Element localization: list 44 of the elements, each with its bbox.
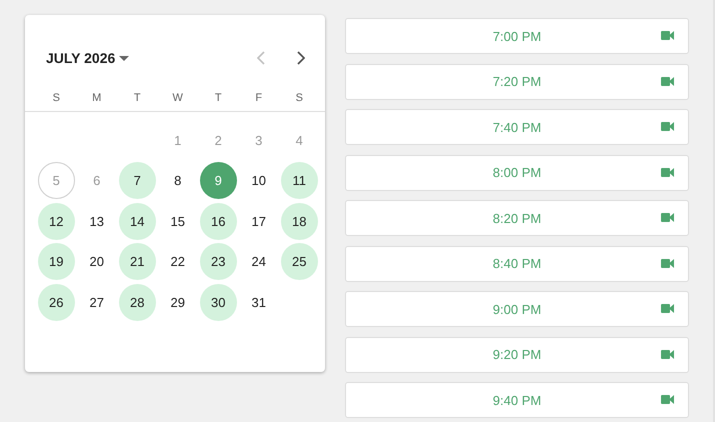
- calendar-day[interactable]: 23: [200, 243, 237, 280]
- chevron-left-icon: [257, 51, 265, 65]
- chevron-right-icon: [297, 51, 305, 65]
- calendar-day[interactable]: 24: [240, 243, 278, 280]
- calendar-day[interactable]: 27: [78, 284, 116, 321]
- calendar-day[interactable]: 30: [200, 284, 237, 321]
- calendar-day[interactable]: 29: [159, 284, 196, 321]
- calendar-day[interactable]: 22: [159, 243, 196, 280]
- calendar-day[interactable]: 16: [200, 202, 237, 240]
- video-camera-icon: [661, 258, 674, 268]
- caret-icon: [119, 56, 130, 60]
- calendar-day[interactable]: 11: [280, 162, 318, 200]
- month-dropdown[interactable]: JULY 2026: [46, 50, 130, 66]
- calendar-day[interactable]: 26: [38, 284, 75, 321]
- calendar-day[interactable]: 15: [159, 202, 196, 240]
- calendar-day[interactable]: 17: [240, 202, 278, 240]
- video-camera-icon: [661, 122, 674, 131]
- video-camera-icon: [661, 213, 674, 222]
- weekday-label: F: [254, 92, 264, 106]
- weekday-label: T: [214, 92, 223, 106]
- calendar-day[interactable]: 10: [240, 162, 278, 200]
- video-camera-icon: [661, 168, 674, 176]
- weekday-label: S: [294, 92, 304, 106]
- weekday-label: W: [172, 92, 184, 106]
- calendar-day[interactable]: 20: [78, 243, 116, 280]
- calendar-day[interactable]: 19: [38, 243, 75, 280]
- weekday-label: T: [132, 92, 142, 106]
- calendar-day[interactable]: 13: [78, 202, 116, 240]
- calendar-day[interactable]: 14: [118, 202, 156, 240]
- video-camera-icon: [661, 304, 674, 313]
- weekday-label: S: [52, 92, 61, 106]
- calendar-day[interactable]: 31: [240, 284, 278, 321]
- calendar-day[interactable]: 7: [118, 162, 156, 200]
- weekday-label: M: [91, 92, 102, 106]
- calendar-day[interactable]: 12: [38, 202, 75, 240]
- calendar-day[interactable]: 18: [280, 202, 318, 240]
- calendar-day[interactable]: 25: [280, 243, 318, 280]
- calendar-day[interactable]: 21: [118, 243, 156, 280]
- calendar-day[interactable]: 28: [118, 284, 156, 321]
- calendar-day[interactable]: 8: [159, 162, 196, 200]
- video-camera-icon: [661, 76, 674, 86]
- video-camera-icon: [661, 350, 674, 358]
- video-camera-icon: [661, 31, 674, 40]
- video-camera-icon: [661, 395, 674, 404]
